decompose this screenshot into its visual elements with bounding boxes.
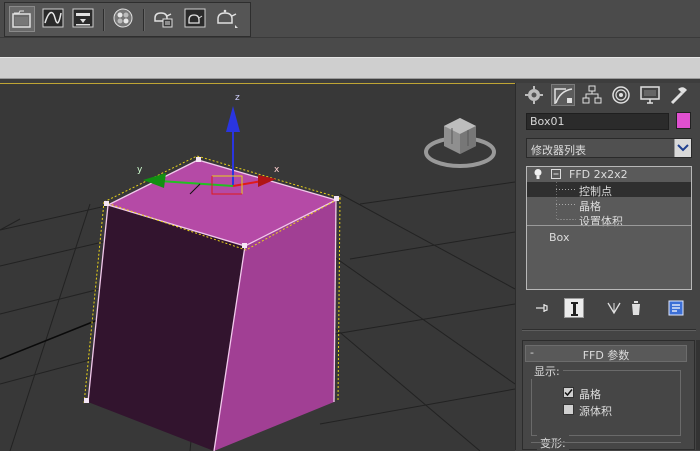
utilities-tab-icon[interactable] xyxy=(667,84,691,106)
stack-toolbar xyxy=(526,297,692,319)
deform-group-box xyxy=(531,442,681,443)
remove-modifier-icon[interactable] xyxy=(626,298,646,318)
create-tab-icon[interactable] xyxy=(522,84,546,106)
object-color-swatch[interactable] xyxy=(676,112,691,129)
display-group-label: 显示: xyxy=(531,363,563,379)
stack-item-control-points[interactable]: 控制点 xyxy=(527,182,691,198)
stack-item-label: FFD 2x2x2 xyxy=(569,168,628,181)
modifier-list-label: 修改器列表 xyxy=(531,144,586,157)
render-frame-icon[interactable] xyxy=(183,6,209,32)
modify-tab-icon[interactable] xyxy=(551,84,575,106)
command-panel-tabs xyxy=(520,83,700,107)
rollout-header[interactable]: - FFD 参数 xyxy=(525,345,687,362)
viewcube-icon xyxy=(424,118,496,168)
gizmo-z-label: z xyxy=(235,93,240,103)
main-toolbar xyxy=(0,0,700,37)
configure-modifier-sets-icon[interactable] xyxy=(666,298,686,318)
stack-item-label: 设置体积 xyxy=(579,215,623,228)
ribbon-panel xyxy=(0,57,700,79)
ribbon-strip xyxy=(0,37,700,58)
lattice-checkbox[interactable] xyxy=(563,387,574,398)
stack-divider xyxy=(527,225,691,226)
command-panel: 修改器列表 FFD 2x2x2 控制点 xyxy=(515,83,700,451)
panel-scrollbar[interactable] xyxy=(696,340,700,450)
material-editor-icon[interactable] xyxy=(111,6,137,32)
toolbar-group-render xyxy=(4,2,251,37)
display-tab-icon[interactable] xyxy=(638,84,662,106)
make-unique-icon[interactable] xyxy=(604,298,624,318)
chevron-down-icon[interactable] xyxy=(674,139,691,157)
object-name-field[interactable] xyxy=(526,113,669,130)
stack-item-box[interactable]: Box xyxy=(527,230,691,245)
collapse-icon[interactable] xyxy=(551,169,561,179)
stack-item-ffd[interactable]: FFD 2x2x2 xyxy=(527,167,691,182)
modifier-list-dropdown[interactable]: 修改器列表 xyxy=(526,138,692,158)
quick-render-icon[interactable] xyxy=(215,6,241,32)
lightbulb-icon[interactable] xyxy=(533,168,543,180)
modifier-stack[interactable]: FFD 2x2x2 控制点 晶格 设置体积 Box xyxy=(526,166,692,290)
source-volume-checkbox-label[interactable]: 源体积 xyxy=(579,403,612,419)
render-setup-icon[interactable] xyxy=(151,6,177,32)
show-end-result-icon[interactable] xyxy=(564,298,584,318)
ffd-parameters-rollout: - FFD 参数 显示: 晶格 源体积 变形: xyxy=(522,340,695,451)
gizmo-x-label: x xyxy=(274,165,280,175)
perspective-viewport[interactable]: z y x xyxy=(0,83,515,451)
stack-item-lattice[interactable]: 晶格 xyxy=(527,197,691,213)
tree-line xyxy=(556,197,576,212)
stack-item-label: Box xyxy=(549,231,570,244)
tree-line xyxy=(556,182,576,197)
select-object-icon[interactable] xyxy=(9,6,35,32)
viewport-scene[interactable]: z y x xyxy=(0,84,515,451)
curve-editor-icon[interactable] xyxy=(41,6,67,32)
pin-stack-icon[interactable] xyxy=(532,298,552,318)
toolbar-separator xyxy=(103,9,105,31)
box01-object xyxy=(83,155,342,451)
toolbar-separator xyxy=(143,9,145,31)
motion-tab-icon[interactable] xyxy=(609,84,633,106)
rollout-title: FFD 参数 xyxy=(582,349,630,362)
source-volume-checkbox[interactable] xyxy=(563,404,574,415)
deform-group-label: 变形: xyxy=(537,435,569,451)
gizmo-y-label: y xyxy=(137,165,143,175)
schematic-view-icon[interactable] xyxy=(71,6,97,32)
panel-separator xyxy=(522,329,696,331)
lattice-checkbox-label[interactable]: 晶格 xyxy=(579,386,601,402)
hierarchy-tab-icon[interactable] xyxy=(580,84,604,106)
